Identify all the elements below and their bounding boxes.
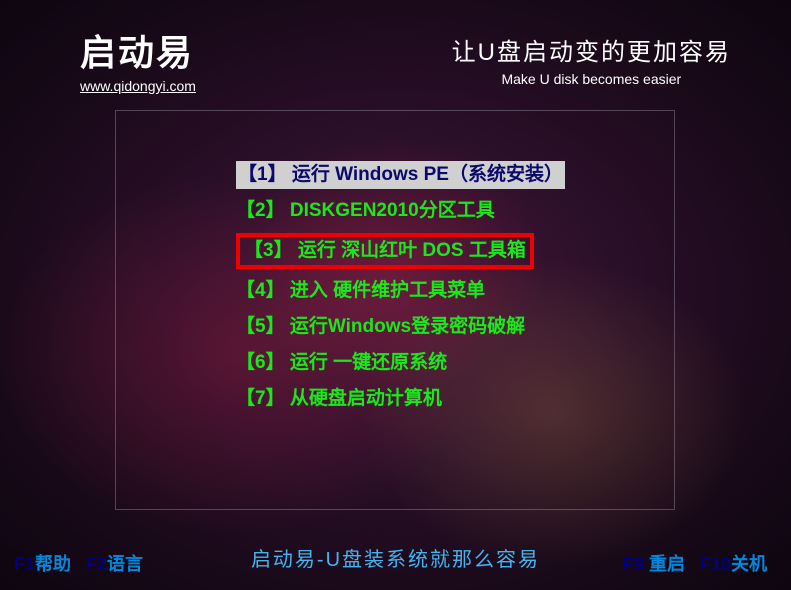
fkey-f9[interactable]: F9 重启 [623,554,685,574]
slogan-cn: 让U盘启动变的更加容易 [452,32,731,67]
boot-menu-panel: 【1】 运行 Windows PE（系统安装） 【2】 DISKGEN2010分… [115,110,675,510]
fkey-f1[interactable]: F1帮助 [14,554,71,574]
menu-item-3[interactable]: 【3】 运行 深山红叶 DOS 工具箱 [236,233,534,269]
menu-item-1[interactable]: 【1】 运行 Windows PE（系统安装） [236,161,565,189]
fkey-f10[interactable]: F10关机 [700,554,767,574]
menu-item-2[interactable]: 【2】 DISKGEN2010分区工具 [236,197,495,225]
slogan-block: 让U盘启动变的更加容易 Make U disk becomes easier [452,32,731,87]
menu-item-6[interactable]: 【6】 运行 一键还原系统 [236,349,447,377]
fkey-f2[interactable]: F2语言 [86,554,143,574]
menu-item-7[interactable]: 【7】 从硬盘启动计算机 [236,385,442,413]
header: 启动易 www.qidongyi.com 让U盘启动变的更加容易 Make U … [0,24,791,94]
fkeys-left: F1帮助 F2语言 [14,550,153,576]
slogan-en: Make U disk becomes easier [452,71,731,87]
menu-item-4[interactable]: 【4】 进入 硬件维护工具菜单 [236,277,485,305]
menu-item-5[interactable]: 【5】 运行Windows登录密码破解 [236,313,525,341]
logo-title: 启动易 [80,24,196,76]
fkeys-right: F9 重启 F10关机 [623,550,777,576]
logo-block: 启动易 www.qidongyi.com [80,24,196,94]
logo-url: www.qidongyi.com [80,78,196,94]
